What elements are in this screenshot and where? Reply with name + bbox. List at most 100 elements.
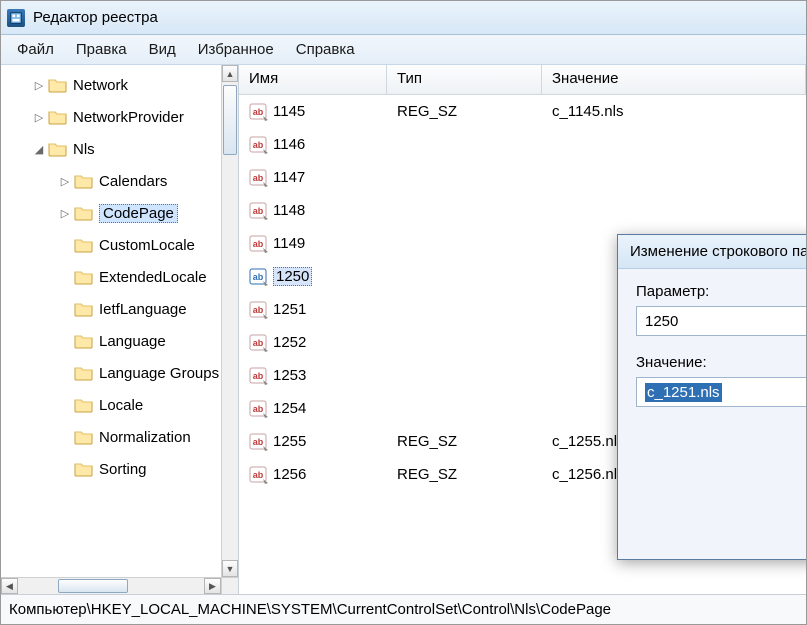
folder-icon <box>74 364 94 382</box>
svg-text:ab: ab <box>253 470 264 480</box>
value-field-text: c_1251.nls <box>645 383 722 402</box>
menu-file[interactable]: Файл <box>7 37 64 62</box>
svg-text:ab: ab <box>253 140 264 150</box>
tree-item-label: CustomLocale <box>99 237 195 254</box>
status-bar: Компьютер\HKEY_LOCAL_MACHINE\SYSTEM\Curr… <box>1 594 806 624</box>
svg-text:ab: ab <box>253 107 264 117</box>
value-name: 1252 <box>273 334 306 351</box>
col-type[interactable]: Тип <box>387 65 542 94</box>
values-pane: Имя Тип Значение ab 1145REG_SZc_1145.nls… <box>239 65 806 594</box>
tree-hscrollbar[interactable]: ◀ ▶ <box>1 577 221 594</box>
menu-bar: Файл Правка Вид Избранное Справка <box>1 35 806 65</box>
folder-icon <box>48 108 68 126</box>
folder-icon <box>74 396 94 414</box>
expander-icon[interactable]: ▷ <box>59 207 71 220</box>
scroll-right-icon[interactable]: ▶ <box>204 578 221 594</box>
values-header: Имя Тип Значение <box>239 65 806 95</box>
registry-tree[interactable]: ▷ Network▷ NetworkProvider◢ Nls▷ Calenda… <box>1 65 221 489</box>
tree-item-label: Normalization <box>99 429 191 446</box>
tree-vscrollbar[interactable]: ▲ ▼ <box>221 65 238 577</box>
value-name: 1148 <box>273 202 305 219</box>
param-field <box>636 306 806 336</box>
value-label: Значение: <box>636 354 806 371</box>
value-name: 1253 <box>273 367 306 384</box>
tree-item[interactable]: ▷ Calendars <box>1 165 221 197</box>
string-value-icon: ab <box>249 235 269 253</box>
svg-text:ab: ab <box>253 404 264 414</box>
dialog-title: Изменение строкового параметра <box>618 235 806 269</box>
tree-item-label: Sorting <box>99 461 147 478</box>
tree-item-label: CodePage <box>99 204 178 223</box>
value-row[interactable]: ab 1148 <box>239 194 806 227</box>
tree-item-label: Calendars <box>99 173 167 190</box>
string-value-icon: ab <box>249 103 269 121</box>
expander-icon[interactable]: ▷ <box>59 175 71 188</box>
expander-icon[interactable]: ▷ <box>33 111 45 124</box>
tree-item[interactable]: Language <box>1 325 221 357</box>
value-type: REG_SZ <box>387 103 542 120</box>
string-value-icon: ab <box>249 169 269 187</box>
svg-text:ab: ab <box>253 206 264 216</box>
value-name: 1255 <box>273 433 306 450</box>
string-value-icon: ab <box>249 367 269 385</box>
menu-help[interactable]: Справка <box>286 37 365 62</box>
expander-icon[interactable]: ▷ <box>33 79 45 92</box>
status-path: Компьютер\HKEY_LOCAL_MACHINE\SYSTEM\Curr… <box>9 601 611 618</box>
value-name: 1250 <box>273 267 312 286</box>
folder-icon <box>74 268 94 286</box>
tree-vscroll-thumb[interactable] <box>223 85 237 155</box>
value-row[interactable]: ab 1147 <box>239 161 806 194</box>
svg-text:ab: ab <box>253 173 264 183</box>
folder-icon <box>48 140 68 158</box>
tree-item[interactable]: ◢ Nls <box>1 133 221 165</box>
scroll-down-icon[interactable]: ▼ <box>222 560 238 577</box>
window-title: Редактор реестра <box>33 9 158 26</box>
string-value-icon: ab <box>249 400 269 418</box>
value-name: 1145 <box>273 103 305 120</box>
tree-item-label: Language Groups <box>99 365 219 382</box>
title-bar: Редактор реестра <box>1 1 806 35</box>
value-type: REG_SZ <box>387 466 542 483</box>
col-value[interactable]: Значение <box>542 65 806 94</box>
tree-item[interactable]: Language Groups <box>1 357 221 389</box>
tree-item[interactable]: ExtendedLocale <box>1 261 221 293</box>
menu-view[interactable]: Вид <box>139 37 186 62</box>
edit-string-dialog: Изменение строкового параметра Параметр:… <box>617 234 806 560</box>
tree-item[interactable]: ▷ CodePage <box>1 197 221 229</box>
folder-icon <box>74 236 94 254</box>
tree-hscroll-thumb[interactable] <box>58 579 128 593</box>
value-type: REG_SZ <box>387 433 542 450</box>
tree-item[interactable]: Normalization <box>1 421 221 453</box>
folder-icon <box>74 460 94 478</box>
tree-item[interactable]: Locale <box>1 389 221 421</box>
scroll-left-icon[interactable]: ◀ <box>1 578 18 594</box>
tree-item[interactable]: Sorting <box>1 453 221 485</box>
folder-icon <box>74 172 94 190</box>
scroll-up-icon[interactable]: ▲ <box>222 65 238 82</box>
folder-icon <box>74 428 94 446</box>
tree-item[interactable]: CustomLocale <box>1 229 221 261</box>
svg-text:ab: ab <box>253 437 264 447</box>
string-value-icon: ab <box>249 268 269 286</box>
tree-item-label: Network <box>73 77 128 94</box>
string-value-icon: ab <box>249 433 269 451</box>
string-value-icon: ab <box>249 136 269 154</box>
tree-item-label: Nls <box>73 141 95 158</box>
tree-item[interactable]: ▷ NetworkProvider <box>1 101 221 133</box>
value-name: 1251 <box>273 301 306 318</box>
value-row[interactable]: ab 1146 <box>239 128 806 161</box>
tree-item[interactable]: ▷ Network <box>1 69 221 101</box>
menu-favorites[interactable]: Избранное <box>188 37 284 62</box>
expander-icon[interactable]: ◢ <box>33 143 45 156</box>
tree-item-label: ExtendedLocale <box>99 269 207 286</box>
menu-edit[interactable]: Правка <box>66 37 137 62</box>
tree-item-label: NetworkProvider <box>73 109 184 126</box>
svg-text:ab: ab <box>253 239 264 249</box>
tree-item-label: IetfLanguage <box>99 301 187 318</box>
folder-icon <box>74 204 94 222</box>
value-field[interactable]: c_1251.nls <box>636 377 806 407</box>
tree-item-label: Language <box>99 333 166 350</box>
tree-item[interactable]: IetfLanguage <box>1 293 221 325</box>
value-row[interactable]: ab 1145REG_SZc_1145.nls <box>239 95 806 128</box>
col-name[interactable]: Имя <box>239 65 387 94</box>
